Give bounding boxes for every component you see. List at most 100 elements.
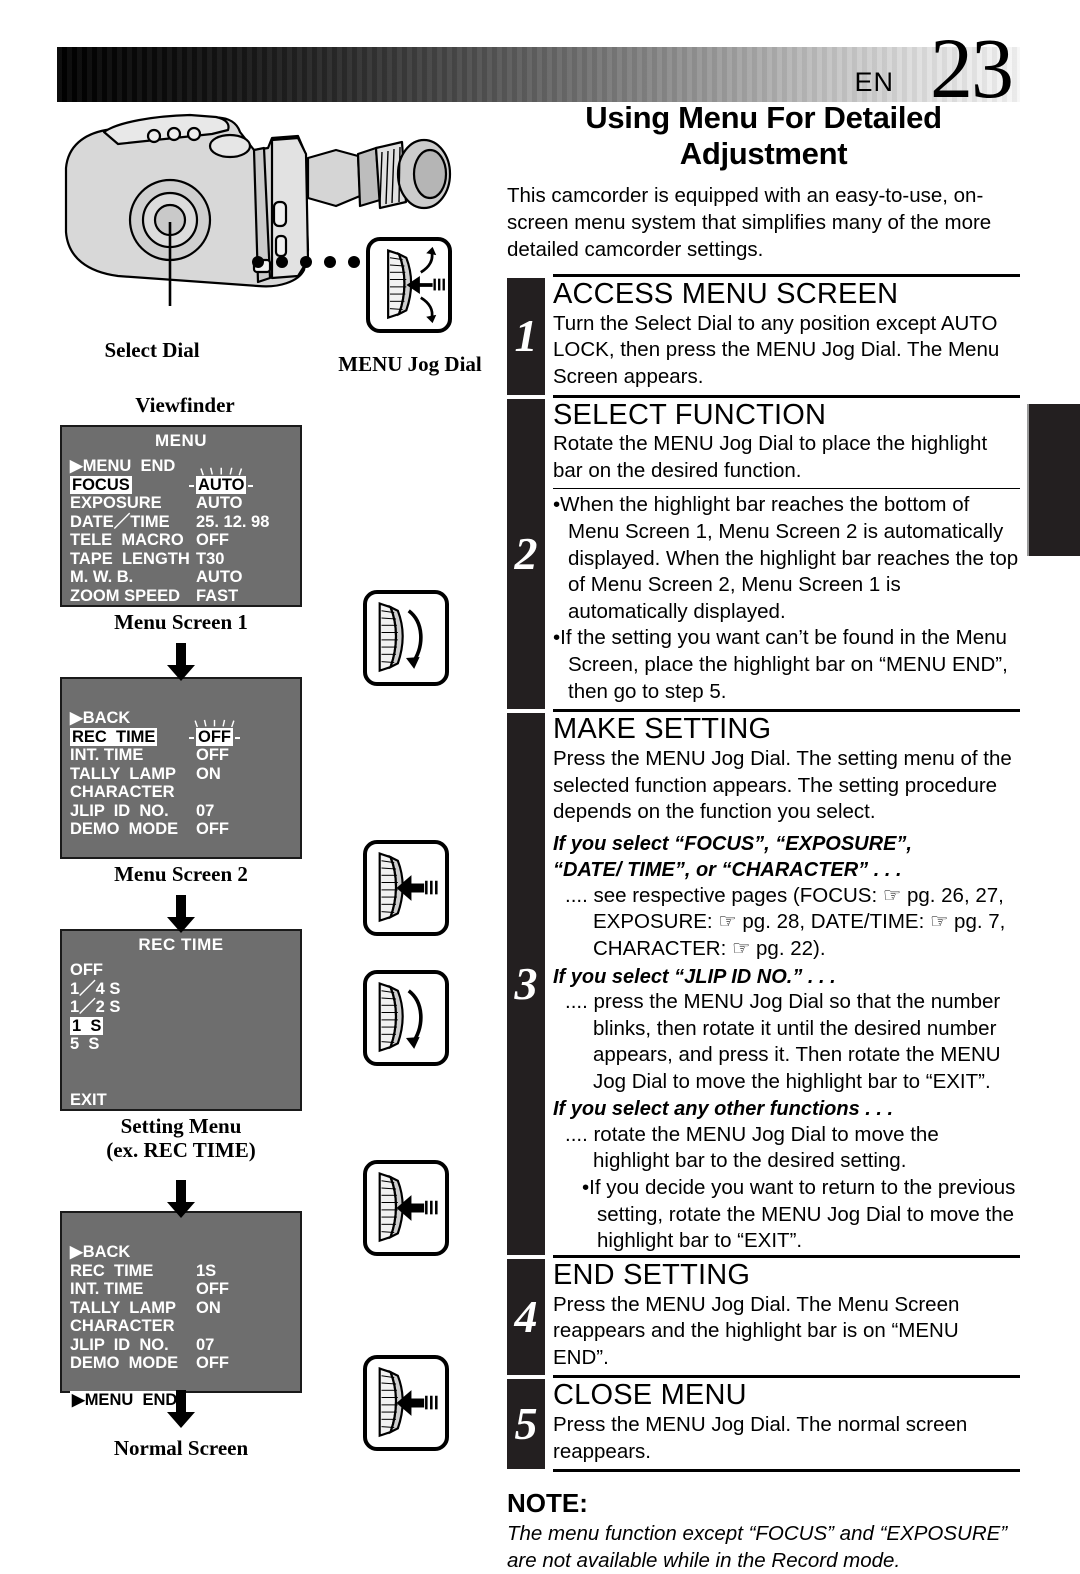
menu-row-value: FAST — [196, 586, 239, 605]
menu-screen-caption: Menu Screen 1 — [60, 610, 302, 634]
menu-row[interactable] — [70, 1072, 300, 1091]
menu-row[interactable] — [70, 1054, 300, 1073]
menu-row[interactable]: FOCUS AUTO — [70, 467, 300, 495]
caption-line: Normal Screen — [113, 1436, 249, 1460]
menu-row[interactable]: REC TIME OFF — [70, 719, 300, 747]
menu-row[interactable]: TALLY LAMP ON — [70, 765, 300, 784]
menu-row[interactable]: ▶BACK — [70, 709, 300, 728]
sub-section-body: .... press the MENU Jog Dial so that the… — [565, 989, 1001, 1093]
menu-row-label: TALLY LAMP — [70, 764, 177, 783]
menu-row-label: TAPE LENGTH — [70, 549, 190, 568]
flow-down-arrow — [166, 1180, 196, 1218]
menu-row[interactable]: DEMO MODE OFF — [70, 820, 300, 839]
sub-section-heading: If you select “JLIP ID NO.” . . . — [553, 965, 836, 988]
menu-row[interactable]: CHARACTER — [70, 1317, 300, 1336]
menu-row[interactable]: JLIP ID NO. 07 — [70, 802, 300, 821]
menu-row-value: ON — [196, 764, 221, 783]
note-body: The menu function except “FOCUS” and “EX… — [507, 1522, 1008, 1572]
menu-row-value: 25. 12. 98 — [196, 512, 270, 531]
menu-row[interactable]: CHARACTER — [70, 783, 300, 802]
highlight-bar: REC TIME — [70, 727, 158, 746]
menu-row-value: OFF — [196, 1354, 229, 1372]
menu-row[interactable]: DEMO MODE OFF — [70, 1354, 300, 1373]
sub-section-body: .... see respective pages (FOCUS: ☞ pg. … — [565, 883, 1006, 960]
menu-row[interactable]: INT. TIME OFF — [70, 746, 300, 765]
page-title: Using Menu For Detailed Adjustment — [585, 100, 942, 171]
step-divider — [553, 709, 1020, 713]
menu-row-label: 1 S — [70, 1016, 196, 1036]
step-heading: ACCESS MENU SCREEN — [553, 278, 899, 311]
step-body: Rotate the MENU Jog Dial to place the hi… — [553, 432, 988, 482]
menu-row[interactable] — [70, 1373, 300, 1392]
menu-row[interactable]: TAPE LENGTH T30 — [70, 550, 300, 569]
menu-row[interactable]: DATE／TIME 25. 12. 98 — [70, 513, 300, 532]
menu-row[interactable]: 1／2 S — [70, 998, 300, 1017]
menu-row[interactable]: 1／4 S — [70, 980, 300, 999]
sub-section-bullet: •If you decide you want to return to the… — [582, 1176, 1016, 1253]
menu-row-value: OFF — [194, 719, 235, 747]
step-number: 2 — [507, 398, 545, 710]
step-body: Press the MENU Jog Dial. The Menu Screen… — [553, 1292, 960, 1369]
menu-row[interactable]: TALLY LAMP ON — [70, 1299, 300, 1318]
menu-row[interactable]: M. W. B. AUTO — [70, 568, 300, 587]
step-divider — [553, 1375, 1020, 1379]
menu-screen-2: ▶BACK REC TIME OFF INT. TIME OFF TALLY LAMP ON… — [60, 677, 302, 875]
menu-row-label: INT. TIME — [70, 746, 144, 764]
menu-row-label: ▶BACK — [70, 709, 131, 727]
menu-row-value: AUTO — [196, 568, 243, 586]
menu-row-label: ▶MENU END — [70, 457, 176, 475]
menu-row[interactable]: ▶MENU END — [70, 457, 300, 476]
menu-row[interactable]: 5 S — [70, 1035, 300, 1054]
flow-down-arrow — [166, 1390, 196, 1428]
menu-row-label: OFF — [70, 961, 103, 979]
step-2: 2 SELECT FUNCTION Rotate the MENU Jog Dial… — [507, 398, 1020, 710]
menu-row[interactable]: EXPOSURE AUTO — [70, 494, 300, 513]
menu-row[interactable] — [70, 839, 300, 858]
sub-section-body: .... rotate the MENU Jog Dial to move th… — [565, 1122, 939, 1173]
menu-row[interactable]: TELE MACRO OFF — [70, 531, 300, 550]
menu-row[interactable]: JLIP ID NO. 07 — [70, 1336, 300, 1355]
step-body: Press the MENU Jog Dial. The normal scre… — [553, 1412, 968, 1463]
page-header-band: EN 23 — [57, 25, 1020, 111]
step-3: 3 MAKE SETTING Press the MENU Jog Dial. Th… — [507, 713, 1020, 1256]
menu-row-value: 07 — [196, 801, 215, 820]
blinking-value: OFF — [194, 719, 235, 746]
menu-screen-1: MENU ▶MENU END FOCUS AUTO EXPOSURE AUTO DATE／T… — [60, 425, 302, 623]
menu-row-label: TALLY LAMP — [70, 1298, 177, 1317]
menu-row[interactable]: INT. TIME OFF — [70, 1280, 300, 1299]
menu-row-label: REC TIME — [70, 727, 196, 747]
step-1: 1 ACCESS MENU SCREEN Turn the Select Dial … — [507, 278, 1020, 395]
menu-jog-dial-callout-icon — [366, 237, 452, 333]
menu-row-label: ▶BACK — [70, 1243, 131, 1261]
select-dial-label: Select Dial — [104, 338, 200, 362]
step-number: 3 — [507, 713, 545, 1256]
menu-row[interactable]: 1 S — [70, 1016, 300, 1036]
menu-row-label: CHARACTER — [70, 783, 175, 801]
step-divider — [553, 274, 1020, 278]
menu-row-value: OFF — [196, 1280, 229, 1298]
step-number: 4 — [507, 1259, 545, 1376]
menu-screen-caption: Setting Menu (ex. REC TIME) — [60, 1114, 302, 1162]
menu-row-label: 5 S — [70, 1035, 100, 1053]
menu-row-value: OFF — [196, 746, 229, 764]
menu-row[interactable]: ▶BACK — [70, 1243, 300, 1262]
menu-row-label: REC TIME — [70, 1261, 154, 1280]
menu-row-label — [70, 1072, 196, 1091]
menu-row-value: ON — [196, 1298, 221, 1317]
menu-screen-title: MENU — [154, 431, 208, 450]
caption-line: (ex. REC TIME) — [106, 1138, 256, 1163]
menu-row[interactable]: REC TIME 1S — [70, 1262, 300, 1281]
step-5: 5 CLOSE MENU Press the MENU Jog Dial. The … — [507, 1379, 1020, 1470]
step-number: 1 — [507, 278, 545, 395]
menu-row[interactable]: ZOOM SPEED FAST — [70, 587, 300, 606]
menu-row-label: JLIP ID NO. — [70, 1335, 169, 1354]
language-code: EN — [854, 67, 894, 97]
menu-screen-rows: ▶MENU END FOCUS AUTO EXPOSURE AUTO DATE／TIME 2… — [62, 457, 300, 624]
menu-row-label: JLIP ID NO. — [70, 801, 169, 820]
caption-line: Menu Screen 1 — [114, 610, 248, 634]
menu-row[interactable]: OFF — [70, 961, 300, 980]
step-heading: SELECT FUNCTION — [553, 398, 827, 431]
menu-row-label: 1／4 S — [70, 979, 121, 998]
menu-row[interactable]: EXIT — [70, 1091, 300, 1110]
note-title: NOTE: — [507, 1488, 588, 1519]
